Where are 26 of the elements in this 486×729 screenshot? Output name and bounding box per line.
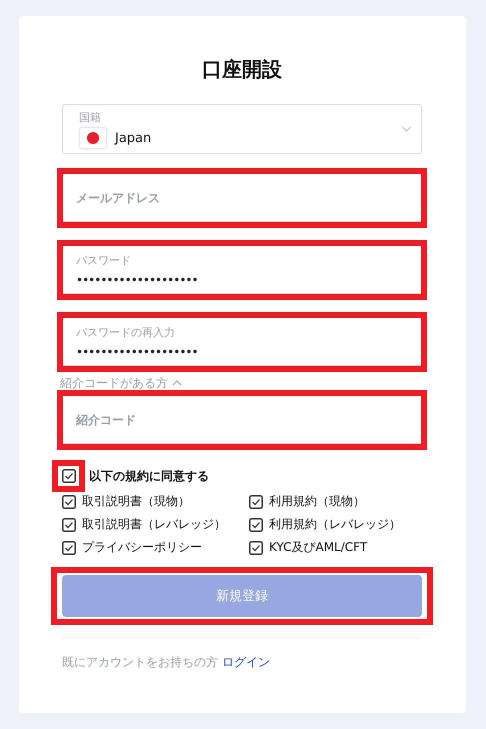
terms-label: 取引説明書（レバレッジ） <box>82 517 226 532</box>
footer-text: 既にアカウントをお持ちの方 <box>62 654 218 670</box>
terms-label: プライバシーポリシー <box>82 540 202 555</box>
country-select[interactable]: 国籍 Japan <box>62 104 422 154</box>
terms-label: 利用規約（現物） <box>269 494 365 509</box>
terms-label: KYC及びAML/CFT <box>269 540 368 555</box>
field-label: パスワードの再入力 <box>76 326 176 340</box>
field-label: パスワード <box>76 254 132 268</box>
checkbox[interactable] <box>62 518 76 532</box>
select-label: 国籍 <box>79 111 102 125</box>
password-value: •••••••••••••••••••• <box>76 272 199 288</box>
checkbox[interactable] <box>62 469 76 483</box>
checkbox[interactable] <box>62 494 76 508</box>
agree-all-label: 以下の規約に同意する <box>89 468 209 484</box>
flag-icon <box>79 127 107 149</box>
select-value: Japan <box>115 130 152 146</box>
chevron-down-icon <box>402 126 411 132</box>
checkbox[interactable] <box>249 518 263 532</box>
page-title: 口座開設 <box>201 56 283 82</box>
password-value: •••••••••••••••••••• <box>76 344 199 360</box>
terms-label: 取引説明書（現物） <box>82 494 190 509</box>
terms-label: 利用規約（レバレッジ） <box>269 517 401 532</box>
login-link[interactable]: ログイン <box>222 654 270 670</box>
checkbox[interactable] <box>249 540 263 554</box>
checkbox[interactable] <box>62 540 76 554</box>
checkbox[interactable] <box>249 494 263 508</box>
